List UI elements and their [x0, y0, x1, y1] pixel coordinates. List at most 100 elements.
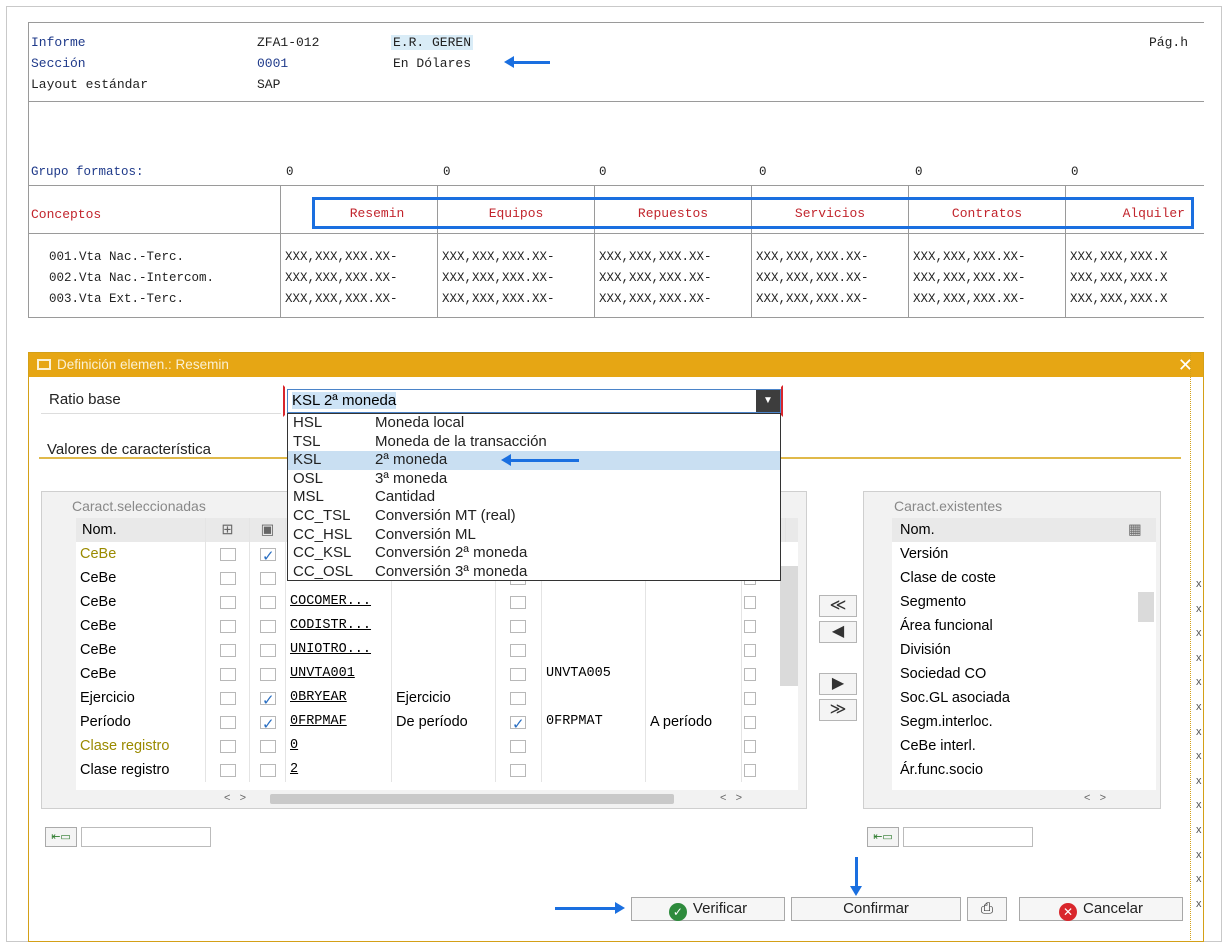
checkbox[interactable] [744, 644, 756, 657]
dropdown-option[interactable]: MSL Cantidad [288, 488, 780, 507]
table-row[interactable]: Ejercicio0BRYEAREjercicio [76, 686, 776, 710]
move-all-left-button[interactable]: ≪ [819, 595, 857, 617]
list-item[interactable]: Soc.GL asociada [892, 686, 1132, 710]
import-icon[interactable]: ⇤▭ [45, 827, 77, 847]
value-from[interactable]: 0 [286, 734, 392, 758]
import-icon[interactable]: ⇤▭ [867, 827, 899, 847]
value-to[interactable]: UNVTA005 [542, 662, 646, 686]
move-all-right-button[interactable]: ≫ [819, 699, 857, 721]
checkbox[interactable] [260, 620, 276, 633]
scroll-left-right-icon[interactable]: < > [720, 792, 742, 804]
ratio-base-select[interactable]: KSL 2ª moneda ▼ [287, 389, 781, 413]
scroll-left-right-icon[interactable]: < > [224, 792, 246, 804]
move-right-button[interactable]: ▶ [819, 673, 857, 695]
dropdown-option[interactable]: OSL 3ª moneda [288, 470, 780, 489]
table-row[interactable]: Período 0FRPMAFDe período 0FRPMATA período [76, 710, 776, 734]
dropdown-option[interactable]: CC_TSL Conversión MT (real) [288, 507, 780, 526]
list-item[interactable]: Ár.func.socio [892, 758, 1132, 782]
checkbox[interactable] [744, 620, 756, 633]
checkbox[interactable] [260, 545, 276, 566]
checkbox[interactable] [510, 764, 526, 777]
list-item[interactable]: Área funcional [892, 614, 1132, 638]
column-header-servicios[interactable]: Servicios [753, 201, 907, 227]
checkbox[interactable] [260, 668, 276, 681]
list-item[interactable]: Clase de coste [892, 566, 1132, 590]
value-to[interactable]: 0FRPMAT [542, 710, 646, 734]
values-tab-label[interactable]: Valores de característica [47, 441, 211, 458]
hierarchy-icon[interactable]: ⊞ [206, 518, 250, 542]
checkbox[interactable] [220, 740, 236, 753]
checkbox[interactable] [220, 548, 236, 561]
checkbox[interactable] [744, 668, 756, 681]
checkbox[interactable] [510, 620, 526, 633]
checkbox[interactable] [260, 764, 276, 777]
select-all-icon[interactable]: ▣ [250, 518, 286, 542]
checkbox[interactable] [510, 668, 526, 681]
list-item[interactable]: División [892, 638, 1132, 662]
value-to[interactable] [542, 614, 646, 638]
vertical-scrollbar[interactable] [780, 566, 798, 686]
column-header-repuestos[interactable]: Repuestos [596, 201, 750, 227]
value-to[interactable] [542, 686, 646, 710]
checkbox[interactable] [260, 596, 276, 609]
checkbox[interactable] [220, 572, 236, 585]
column-header-contratos[interactable]: Contratos [910, 201, 1064, 227]
column-settings-icon[interactable]: ▦ [1128, 518, 1152, 542]
checkbox[interactable] [510, 692, 526, 705]
dropdown-option[interactable]: HSL Moneda local [288, 414, 780, 433]
table-row[interactable]: CeBe COCOMER... [76, 590, 776, 614]
column-header-resemin[interactable]: Resemin [319, 201, 435, 227]
checkbox[interactable] [260, 572, 276, 585]
value-from[interactable]: CODISTR... [286, 614, 392, 638]
value-to[interactable] [542, 638, 646, 662]
list-item[interactable]: Segmento [892, 590, 1132, 614]
dropdown-option[interactable]: CC_KSL Conversión 2ª moneda [288, 544, 780, 563]
table-row[interactable]: CeBe CODISTR... [76, 614, 776, 638]
checkbox[interactable] [220, 764, 236, 777]
checkbox[interactable] [260, 713, 276, 734]
table-row[interactable]: Clase registro 2 [76, 758, 776, 782]
checkbox[interactable] [744, 692, 756, 705]
checkbox[interactable] [744, 764, 756, 777]
checkbox[interactable] [220, 668, 236, 681]
checkbox[interactable] [260, 689, 276, 710]
ratio-base-dropdown[interactable]: HSL Moneda local TSL Moneda de la transacc… [287, 413, 781, 581]
checkbox[interactable] [220, 644, 236, 657]
checkbox[interactable] [510, 740, 526, 753]
value-to[interactable] [542, 590, 646, 614]
value-from[interactable]: UNIOTRO... [286, 638, 392, 662]
column-header-equipos[interactable]: Equipos [439, 201, 593, 227]
checkbox[interactable] [220, 716, 236, 729]
move-left-button[interactable]: ◀ [819, 621, 857, 643]
list-item[interactable]: Segm.interloc. [892, 710, 1132, 734]
table-row[interactable]: CeBe UNVTA001 UNVTA005 [76, 662, 776, 686]
checkbox[interactable] [260, 644, 276, 657]
table-row[interactable]: CeBe UNIOTRO... [76, 638, 776, 662]
checkbox[interactable] [510, 713, 526, 734]
value-from[interactable]: 0FRPMAF [286, 710, 392, 734]
table-row[interactable]: Clase registro 0 [76, 734, 776, 758]
value-from[interactable]: 2 [286, 758, 392, 782]
value-to[interactable] [542, 734, 646, 758]
right-search-input[interactable] [903, 827, 1033, 847]
value-to[interactable] [542, 758, 646, 782]
left-search-input[interactable] [81, 827, 211, 847]
list-item[interactable]: CeBe interl. [892, 734, 1132, 758]
column-header-alquiler[interactable]: Alquiler [1067, 201, 1193, 227]
checkbox[interactable] [510, 596, 526, 609]
dropdown-option[interactable]: TSL Moneda de la transacción [288, 433, 780, 452]
scroll-left-right-icon[interactable]: < > [1084, 792, 1106, 804]
checkbox[interactable] [744, 716, 756, 729]
checkbox[interactable] [220, 692, 236, 705]
dropdown-option[interactable]: CC_OSL Conversión 3ª moneda [288, 563, 780, 582]
checkbox[interactable] [744, 740, 756, 753]
checkbox[interactable] [510, 644, 526, 657]
value-from[interactable]: UNVTA001 [286, 662, 392, 686]
cancel-button[interactable]: ✕ Cancelar [1019, 897, 1183, 921]
checkbox[interactable] [744, 596, 756, 609]
print-button[interactable]: ⎙ [967, 897, 1007, 921]
checkbox[interactable] [260, 740, 276, 753]
horizontal-scrollbar[interactable] [270, 794, 674, 804]
value-from[interactable]: COCOMER... [286, 590, 392, 614]
checkbox[interactable] [220, 620, 236, 633]
